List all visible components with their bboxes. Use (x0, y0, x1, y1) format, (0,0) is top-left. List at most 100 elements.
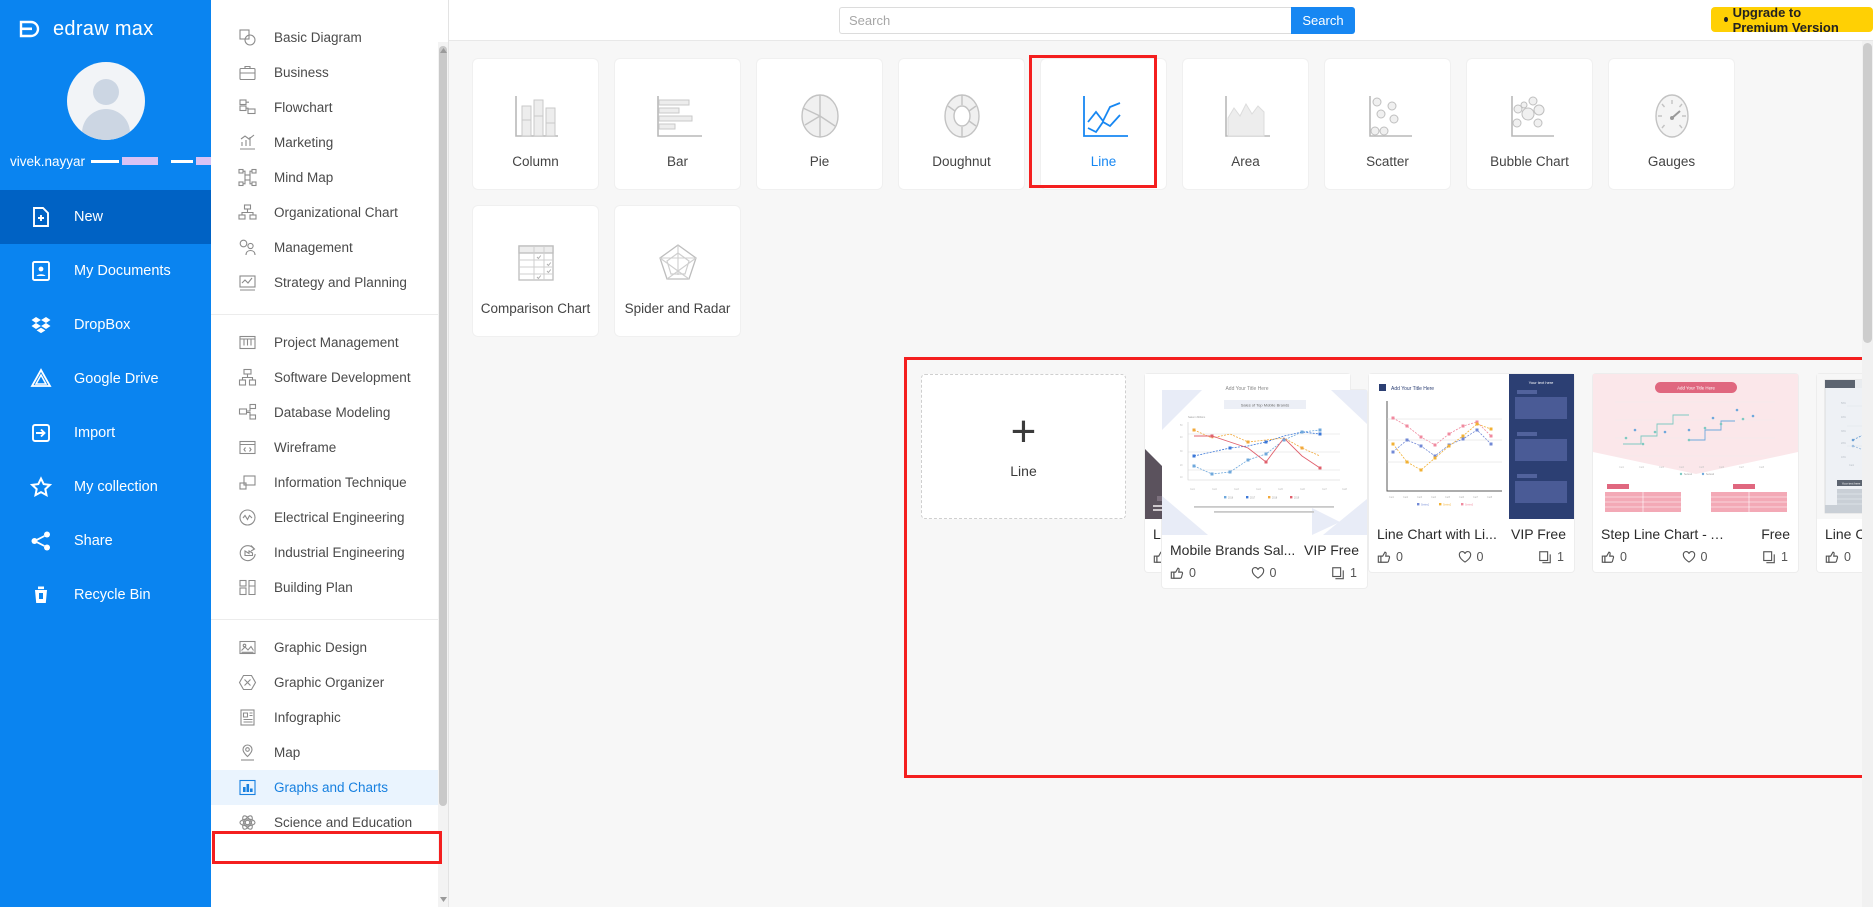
svg-text:Cat7: Cat7 (1473, 496, 1479, 499)
category-item-mind-map[interactable]: Mind Map (211, 160, 448, 195)
sidebar-item-import[interactable]: Import (0, 406, 211, 460)
thumbs-up-icon (1601, 551, 1615, 563)
category-item-business[interactable]: Business (211, 55, 448, 90)
search-button[interactable]: Search (1291, 6, 1355, 34)
template-card: Sales of Top Mobile Brands Sales in Mill… (1162, 390, 1367, 588)
category-scrollbar-thumb[interactable] (439, 46, 447, 806)
chart-type-bubble-chart[interactable]: Bubble Chart (1467, 59, 1592, 189)
category-item-software-development[interactable]: Software Development (211, 360, 448, 395)
copy-stat[interactable]: 1 (1331, 566, 1357, 580)
chart-type-label: Spider and Radar (624, 300, 731, 316)
category-item-graphic-design[interactable]: Graphic Design (211, 630, 448, 665)
chart-type-scatter[interactable]: Scatter (1325, 59, 1450, 189)
chart-type-label: Bar (666, 153, 688, 169)
favorite-stat[interactable]: 0 (1251, 566, 1276, 580)
favorite-stat[interactable]: 0 (1458, 550, 1483, 564)
chart-type-spider-and-radar[interactable]: Spider and Radar (615, 206, 740, 336)
template-title: Step Line Chart - Aut... (1601, 526, 1727, 542)
category-item-graphs-and-charts[interactable]: Graphs and Charts (211, 770, 448, 805)
category-item-information-technique[interactable]: Information Technique (211, 465, 448, 500)
category-item-map[interactable]: Map (211, 735, 448, 770)
category-item-industrial-engineering[interactable]: Industrial Engineering (211, 535, 448, 570)
sidebar-item-label: Import (74, 425, 116, 441)
category-item-flowchart[interactable]: Flowchart (211, 90, 448, 125)
main-scrollbar-thumb[interactable] (1863, 43, 1872, 343)
sidebar-item-new[interactable]: New (0, 190, 211, 244)
favorite-stat[interactable]: 0 (1682, 550, 1707, 564)
category-item-basic-diagram[interactable]: Basic Diagram (211, 20, 448, 55)
category-item-graphic-organizer[interactable]: Graphic Organizer (211, 665, 448, 700)
svg-text:2016: 2016 (1228, 498, 1234, 500)
like-stat[interactable]: 0 (1825, 550, 1851, 564)
svg-text:Cat1: Cat1 (1849, 464, 1855, 467)
category-item-wireframe[interactable]: Wireframe (211, 430, 448, 465)
svg-text:Cat5: Cat5 (1699, 466, 1705, 469)
scroll-down-arrow-icon[interactable] (438, 893, 448, 905)
sidebar-item-google-drive[interactable]: Google Drive (0, 352, 211, 406)
sidebar-item-label: Google Drive (74, 371, 159, 387)
template-mobile-brands-sales[interactable]: Sales of Top Mobile Brands Sales in Mill… (1162, 390, 1367, 588)
like-stat[interactable]: 0 (1601, 550, 1627, 564)
svg-text:Cat2: Cat2 (1212, 488, 1218, 491)
copy-stat[interactable]: 1 (1762, 550, 1788, 564)
chart-type-comparison-chart[interactable]: Comparison Chart (473, 206, 598, 336)
doughnut-chart-icon (936, 80, 988, 152)
template-title-row: Line Chart with Li... VIP Free (1377, 526, 1566, 542)
sidebar-item-recycle-bin[interactable]: Recycle Bin (0, 568, 211, 622)
sidebar-item-my-collection[interactable]: My collection (0, 460, 211, 514)
svg-text:Cat7: Cat7 (1739, 466, 1745, 469)
category-item-marketing[interactable]: Marketing (211, 125, 448, 160)
like-stat[interactable]: 0 (1377, 550, 1403, 564)
template-title-row: Mobile Brands Sal... VIP Free (1170, 542, 1359, 558)
chart-type-gauges[interactable]: Gauges (1609, 59, 1734, 189)
category-item-management[interactable]: Management (211, 230, 448, 265)
svg-text:Series2: Series2 (1706, 473, 1715, 476)
chart-type-pie[interactable]: Pie (757, 59, 882, 189)
copy-count: 1 (1781, 550, 1788, 564)
copy-stat[interactable]: 1 (1538, 550, 1564, 564)
svg-text:Cat4: Cat4 (1256, 488, 1262, 491)
sidebar-item-share[interactable]: Share (0, 514, 211, 568)
user-avatar-icon (66, 62, 145, 140)
sidebar-item-my-documents[interactable]: My Documents (0, 244, 211, 298)
template-title: Line Chart with Li... (1377, 526, 1497, 542)
share-icon (30, 530, 52, 552)
chart-type-bar[interactable]: Bar (615, 59, 740, 189)
category-item-infographic[interactable]: Infographic (211, 700, 448, 735)
google-drive-icon (30, 368, 52, 390)
blank-template-button[interactable]: + Line (921, 374, 1126, 519)
chart-type-doughnut[interactable]: Doughnut (899, 59, 1024, 189)
electrical-engineering-icon (237, 508, 257, 528)
chart-type-line[interactable]: Line (1041, 59, 1166, 189)
chart-type-label: Line (1090, 153, 1117, 169)
chart-type-area[interactable]: Area (1183, 59, 1308, 189)
search-input[interactable] (839, 6, 1291, 34)
svg-text:Series2: Series2 (1443, 504, 1452, 507)
scroll-up-arrow-icon[interactable] (438, 44, 448, 56)
sidebar-item-dropbox[interactable]: DropBox (0, 298, 211, 352)
category-item-electrical-engineering[interactable]: Electrical Engineering (211, 500, 448, 535)
category-item-science-and-education[interactable]: Science and Education (211, 805, 448, 840)
comparison-chart-icon (508, 227, 564, 299)
main-scrollbar-track[interactable] (1862, 41, 1873, 907)
template-card-blank: + Line (921, 374, 1126, 588)
upgrade-to-premium-button[interactable]: Upgrade to Premium Version (1711, 5, 1873, 35)
left-sidebar: edraw max vivek.nayyar New My Documents … (0, 0, 219, 907)
star-icon (30, 476, 52, 498)
chart-type-column[interactable]: Column (473, 59, 598, 189)
mind-map-icon (237, 168, 257, 188)
template-line-chart-with-list[interactable]: Add Your Title Here Cat1 Cat2 Cat3 Cat4 Cat5… (1369, 374, 1574, 572)
bubble-chart-icon (1502, 80, 1558, 152)
category-item-building-plan[interactable]: Building Plan (211, 570, 448, 605)
like-stat[interactable]: 0 (1170, 566, 1196, 580)
category-item-database-modeling[interactable]: Database Modeling (211, 395, 448, 430)
plus-icon: + (1010, 406, 1037, 456)
briefcase-icon (237, 63, 257, 83)
category-item-organizational-chart[interactable]: Organizational Chart (211, 195, 448, 230)
category-item-project-management[interactable]: Project Management (211, 325, 448, 360)
category-item-strategy-and-planning[interactable]: Strategy and Planning (211, 265, 448, 300)
template-step-line-chart[interactable]: Add Your Title Here Cat1 Cat2 Cat3 Cat4 Cat5… (1593, 374, 1798, 572)
category-group-2: Project Management Software Development … (211, 315, 448, 620)
svg-text:Cat3: Cat3 (1234, 488, 1240, 491)
flowchart-icon (237, 98, 257, 118)
